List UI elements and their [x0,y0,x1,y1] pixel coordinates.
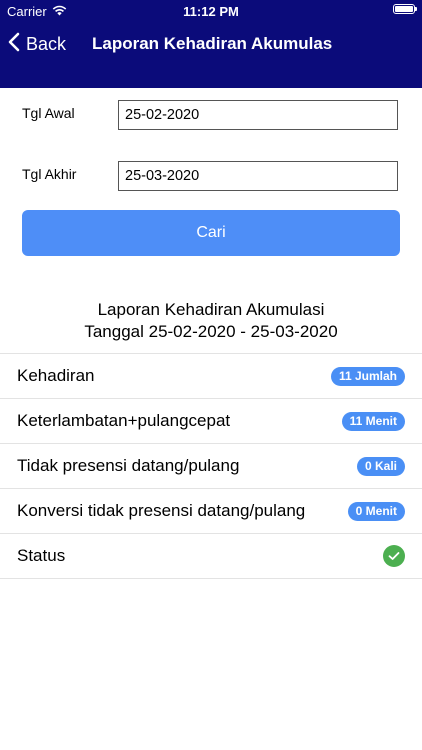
count-badge: 11 Jumlah [330,366,405,386]
report-title-line1: Laporan Kehadiran Akumulasi [97,300,325,319]
end-date-row: Tgl Akhir [22,125,400,191]
battery-icon [393,4,417,14]
status-bar: Carrier 11:12 PM [0,0,422,24]
app-header: Carrier 11:12 PM Back Laporan Kehadiran [0,0,422,88]
list-item-label: Tidak presensi datang/pulang [17,456,240,475]
start-date-row: Tgl Awal [22,84,400,130]
list-item-kehadiran: Kehadiran 11 Jumlah [0,354,422,399]
chevron-left-icon [8,32,20,57]
list-item-konversi: Konversi tidak presensi datang/pulang 0 … [0,489,422,534]
list-item-tidak-presensi: Tidak presensi datang/pulang 0 Kali [0,444,422,489]
count-badge: 0 Menit [347,501,405,521]
report-title: Laporan Kehadiran Akumulasi Tanggal 25-0… [0,299,422,343]
report-list: Kehadiran 11 Jumlah Keterlambatan+pulang… [0,353,422,579]
back-button[interactable]: Back [8,32,66,57]
list-item-keterlambatan: Keterlambatan+pulangcepat 11 Menit [0,399,422,444]
start-date-label: Tgl Awal [22,105,75,121]
check-icon [383,545,405,567]
end-date-input[interactable] [118,161,398,191]
list-item-label: Kehadiran [17,366,95,385]
list-item-label: Keterlambatan+pulangcepat [17,411,231,430]
page-title: Laporan Kehadiran Akumulas [92,34,333,53]
back-label: Back [26,34,67,54]
list-item-status: Status [0,534,422,579]
report-title-line2: Tanggal 25-02-2020 - 25-03-2020 [84,322,338,341]
search-button[interactable]: Cari [22,210,400,256]
list-item-label: Konversi tidak presensi datang/pulang [17,501,306,520]
list-item-label: Status [17,546,66,565]
date-filter-form: Tgl Awal Tgl Akhir [0,84,422,191]
navigation-bar: Back Laporan Kehadiran Akumulas [0,24,422,64]
end-date-label: Tgl Akhir [22,166,77,182]
count-badge: 11 Menit [341,411,405,431]
status-time: 11:12 PM [183,4,239,19]
count-badge: 0 Kali [356,456,405,476]
